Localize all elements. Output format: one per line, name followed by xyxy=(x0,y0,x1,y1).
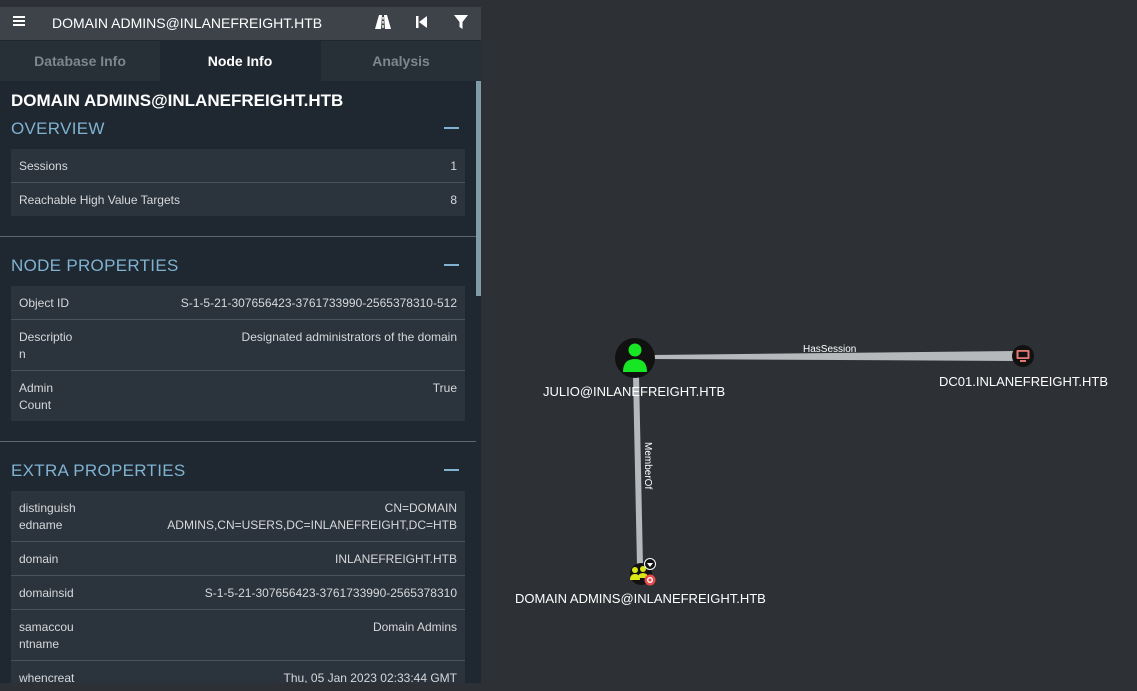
table-row[interactable]: Object ID S-1-5-21-307656423-3761733990-… xyxy=(11,286,465,319)
overview-title[interactable]: OVERVIEW xyxy=(11,119,105,139)
edge-label-memberof: MemberOf xyxy=(642,442,653,490)
node-properties-title[interactable]: NODE PROPERTIES xyxy=(11,256,179,276)
table-row[interactable]: Descriptio n Designated administrators of… xyxy=(11,320,465,370)
collapse-extra-properties-icon[interactable] xyxy=(444,469,459,471)
table-row[interactable]: Reachable High Value Targets 8 xyxy=(11,183,465,216)
computer-node-icon[interactable] xyxy=(1012,345,1034,367)
hamburger-icon[interactable] xyxy=(10,14,30,34)
extra-properties-title[interactable]: EXTRA PROPERTIES xyxy=(11,461,186,481)
tab-analysis[interactable]: Analysis xyxy=(321,41,481,81)
node-label-user[interactable]: JULIO@INLANEFREIGHT.HTB xyxy=(543,384,725,399)
property-key: Sessions xyxy=(19,159,68,173)
property-value: INLANEFREIGHT.HTB xyxy=(334,552,457,566)
property-value: S-1-5-21-307656423-3761733990-2565378310 xyxy=(204,586,457,600)
property-value: Thu, 05 Jan 2023 02:33:44 GMT xyxy=(283,671,457,683)
property-value: Domain Admins xyxy=(372,620,457,634)
node-info-panel: DOMAIN ADMINS@INLANEFREIGHT.HTB Database… xyxy=(0,7,481,683)
table-row[interactable]: Admin Count True xyxy=(11,371,465,421)
table-row[interactable]: domain INLANEFREIGHT.HTB xyxy=(11,542,465,575)
node-info-content: DOMAIN ADMINS@INLANEFREIGHT.HTB OVERVIEW… xyxy=(0,81,476,683)
table-row[interactable]: domainsid S-1-5-21-307656423-3761733990-… xyxy=(11,576,465,609)
property-key: Reachable High Value Targets xyxy=(19,193,180,207)
graph-canvas[interactable]: HasSession MemberOf JULIO@INLANEFREIGHT.… xyxy=(481,0,1137,691)
table-row[interactable]: samaccou ntname Domain Admins xyxy=(11,610,465,660)
filter-icon[interactable] xyxy=(453,13,473,33)
property-key: Descriptio n xyxy=(19,330,73,361)
search-input[interactable]: DOMAIN ADMINS@INLANEFREIGHT.HTB xyxy=(52,15,322,31)
search-bar: DOMAIN ADMINS@INLANEFREIGHT.HTB xyxy=(0,7,481,40)
property-key: whencreat xyxy=(19,671,75,683)
edge-label-hassession: HasSession xyxy=(803,344,857,355)
user-node-icon[interactable] xyxy=(615,338,655,378)
collapse-overview-icon[interactable] xyxy=(444,127,459,129)
section-divider xyxy=(0,236,476,237)
tab-node-info[interactable]: Node Info xyxy=(160,41,320,81)
node-label-computer[interactable]: DC01.INLANEFREIGHT.HTB xyxy=(939,374,1108,389)
property-value: Designated administrators of the domain xyxy=(241,330,457,344)
table-row[interactable]: whencreat Thu, 05 Jan 2023 02:33:44 GMT xyxy=(11,661,465,683)
property-key: samaccou ntname xyxy=(19,620,74,651)
property-key: domain xyxy=(19,552,59,566)
property-key: Admin Count xyxy=(19,381,54,412)
table-row[interactable]: distinguish edname CN=DOMAIN ADMINS,CN=USE… xyxy=(11,491,465,541)
property-value: S-1-5-21-307656423-3761733990-2565378310… xyxy=(180,296,457,310)
property-key: Object ID xyxy=(19,296,70,310)
tab-bar: Database Info Node Info Analysis xyxy=(0,41,481,81)
back-icon[interactable] xyxy=(414,13,434,33)
property-value: 8 xyxy=(450,193,457,207)
section-divider xyxy=(0,441,476,442)
property-key: domainsid xyxy=(19,586,74,600)
property-value: 1 xyxy=(450,159,457,173)
collapse-node-properties-icon[interactable] xyxy=(444,264,459,266)
property-key: distinguish edname xyxy=(19,501,76,532)
node-label-group[interactable]: DOMAIN ADMINS@INLANEFREIGHT.HTB xyxy=(515,591,766,606)
property-value: True xyxy=(432,381,457,395)
table-row[interactable]: Sessions 1 xyxy=(11,149,465,182)
tab-database-info[interactable]: Database Info xyxy=(0,41,160,81)
property-value: CN=DOMAIN ADMINS,CN=USERS,DC=INLANEFREIGH… xyxy=(167,501,457,532)
road-icon[interactable] xyxy=(374,13,394,33)
node-title: DOMAIN ADMINS@INLANEFREIGHT.HTB xyxy=(11,91,344,110)
